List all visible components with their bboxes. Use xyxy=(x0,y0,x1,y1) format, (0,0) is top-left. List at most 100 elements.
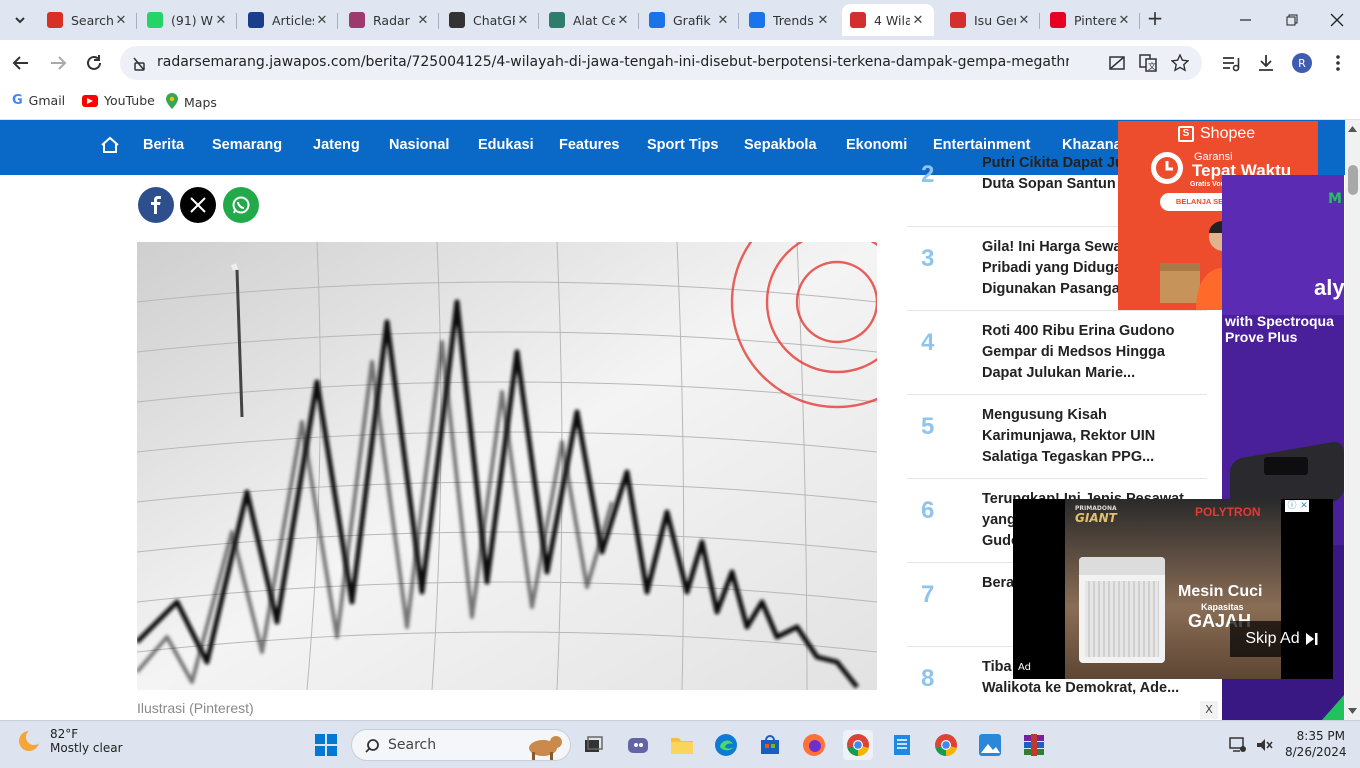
scroll-down-icon[interactable] xyxy=(1348,708,1357,714)
tab-title: Articles xyxy=(272,12,314,28)
home-icon[interactable] xyxy=(100,135,120,155)
bookmark-maps[interactable]: Maps xyxy=(166,93,217,112)
tab-11[interactable]: Pinterest✕ xyxy=(1042,4,1140,36)
dog-illustration-icon xyxy=(529,736,562,760)
translate-icon[interactable]: 文 xyxy=(1139,54,1157,72)
chrome-profile2-button[interactable] xyxy=(931,730,961,760)
scroll-up-icon[interactable] xyxy=(1348,126,1357,132)
nav-item-semarang[interactable]: Semarang xyxy=(212,137,282,153)
url-text[interactable]: radarsemarang.jawapos.com/berita/7250041… xyxy=(157,54,1069,70)
network-icon[interactable] xyxy=(1229,736,1247,754)
new-tab-button[interactable]: + xyxy=(1144,8,1166,30)
tab-9[interactable]: 4 Wilayah✕ xyxy=(842,4,934,36)
alat-icon xyxy=(549,12,565,28)
photos-button[interactable] xyxy=(975,730,1005,760)
clock[interactable]: 8:35 PM 8/26/2024 xyxy=(1285,729,1347,759)
start-button[interactable] xyxy=(311,730,341,760)
tab-close-button[interactable]: ✕ xyxy=(615,13,631,28)
tab-6[interactable]: Alat Cek✕ xyxy=(541,4,639,36)
taskbar-search[interactable]: Search xyxy=(351,729,571,761)
tab-close-button[interactable]: ✕ xyxy=(1116,13,1132,28)
scroll-thumb[interactable] xyxy=(1348,165,1358,195)
nav-item-edukasi[interactable]: Edukasi xyxy=(478,137,534,153)
tab-10[interactable]: Isu Gempa✕ xyxy=(942,4,1040,36)
store-bag-icon xyxy=(761,735,779,754)
tab-close-button[interactable]: ✕ xyxy=(515,13,531,28)
tab-3[interactable]: Articles ✕ xyxy=(240,4,338,36)
tab-2[interactable]: (91) WhatsApp✕ xyxy=(139,4,237,36)
tab-title: Radar xyxy=(373,12,410,28)
page-scrollbar[interactable] xyxy=(1345,120,1360,720)
bookmark-youtube[interactable]: YouTube xyxy=(82,93,155,108)
tab-5[interactable]: ChatGPT✕ xyxy=(441,4,539,36)
nav-item-sepakbola[interactable]: Sepakbola xyxy=(744,137,817,153)
tab-8[interactable]: Trends ✕ xyxy=(741,4,839,36)
tab-close-button[interactable]: ✕ xyxy=(1016,13,1032,28)
video-ad[interactable]: PRIMADONA GIANT POLYTRON ⓘ ✕ Mesin Cuci … xyxy=(1013,499,1333,679)
forward-button[interactable] xyxy=(47,52,69,74)
tab-title: ChatGPT xyxy=(473,12,515,28)
store-button[interactable] xyxy=(755,730,785,760)
bookmark-star-icon[interactable] xyxy=(1171,54,1189,72)
file-explorer-button[interactable] xyxy=(667,730,697,760)
menu-kebab-icon[interactable] xyxy=(1328,53,1348,73)
adchoices-close-button[interactable]: ⓘ xyxy=(1285,500,1299,512)
firefox-button[interactable] xyxy=(799,730,829,760)
close-window-button[interactable] xyxy=(1327,10,1347,30)
notepad-button[interactable] xyxy=(887,730,917,760)
minimize-button[interactable] xyxy=(1236,10,1256,30)
meet-app-button[interactable] xyxy=(623,730,653,760)
chrome-button[interactable] xyxy=(843,730,873,760)
bookmark-label: YouTube xyxy=(104,93,155,108)
download-icon[interactable] xyxy=(1256,53,1276,73)
skip-next-icon xyxy=(1305,633,1318,645)
task-view-button[interactable] xyxy=(578,730,608,760)
ranking-item[interactable]: 5 Mengusung Kisah Karimunjawa, Rektor UIN… xyxy=(907,395,1207,479)
tab-close-button[interactable]: ✕ xyxy=(815,13,831,28)
tab-close-button[interactable]: ✕ xyxy=(715,13,731,28)
tab-close-button[interactable]: ✕ xyxy=(113,13,129,28)
tab-4[interactable]: Radar ✕ xyxy=(341,4,439,36)
tab-close-button[interactable]: ✕ xyxy=(213,13,229,28)
nav-item-nasional[interactable]: Nasional xyxy=(389,137,449,153)
nav-item-sport-tips[interactable]: Sport Tips xyxy=(647,137,718,153)
edge-button[interactable] xyxy=(711,730,741,760)
volume-muted-icon[interactable] xyxy=(1255,736,1273,754)
whatsapp-icon xyxy=(147,12,163,28)
tab-close-button[interactable]: ✕ xyxy=(415,13,431,28)
restore-button[interactable] xyxy=(1282,10,1302,30)
nav-item-jateng[interactable]: Jateng xyxy=(313,137,360,153)
reload-button[interactable] xyxy=(83,52,105,74)
whatsapp-share-button[interactable] xyxy=(223,187,259,223)
x-share-button[interactable] xyxy=(180,187,216,223)
tab-7[interactable]: Grafik ✕ xyxy=(641,4,739,36)
address-bar[interactable]: radarsemarang.jawapos.com/berita/7250041… xyxy=(120,46,1202,80)
ad-close-x[interactable]: ✕ xyxy=(1299,500,1309,512)
rank-title[interactable]: Mengusung Kisah Karimunjawa, Rektor UIN … xyxy=(982,405,1194,468)
ad-blocked-icon[interactable] xyxy=(1108,54,1126,72)
ranking-item[interactable]: 4 Roti 400 Ribu Erina Gudono Gempar di Me… xyxy=(907,311,1207,395)
skip-ad-button[interactable]: Skip Ad xyxy=(1230,621,1333,657)
trends-icon xyxy=(749,12,765,28)
nav-item-berita[interactable]: Berita xyxy=(143,137,184,153)
reload-icon xyxy=(87,55,101,70)
nav-item-features[interactable]: Features xyxy=(559,137,619,153)
tab-search-button[interactable] xyxy=(8,8,32,32)
tab-1[interactable]: Search ✕ xyxy=(39,4,137,36)
sticky-ad-close-button[interactable]: X xyxy=(1200,701,1218,719)
tab-close-button[interactable]: ✕ xyxy=(910,13,926,28)
tab-close-button[interactable]: ✕ xyxy=(314,13,330,28)
back-button[interactable] xyxy=(10,52,32,74)
site-info-icon[interactable] xyxy=(130,55,148,73)
nav-item-ekonomi[interactable]: Ekonomi xyxy=(846,137,907,153)
winrar-button[interactable] xyxy=(1019,730,1049,760)
photos-icon xyxy=(979,734,1001,756)
media-control-icon[interactable] xyxy=(1221,53,1241,73)
search-placeholder: Search xyxy=(388,737,437,753)
facebook-share-button[interactable] xyxy=(138,187,174,223)
weather-widget[interactable]: 82°F Mostly clear xyxy=(16,727,123,755)
bookmark-gmail[interactable]: G Gmail xyxy=(12,93,65,108)
rank-title[interactable]: Roti 400 Ribu Erina Gudono Gempar di Med… xyxy=(982,321,1194,384)
profile-avatar[interactable]: R xyxy=(1292,53,1312,73)
ad-label: Ad xyxy=(1018,662,1032,673)
